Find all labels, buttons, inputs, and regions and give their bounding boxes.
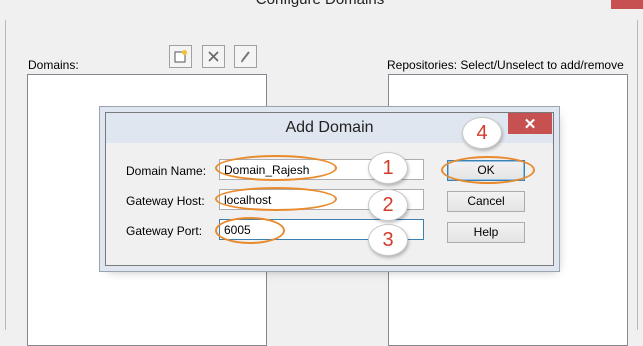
- dialog-close-button[interactable]: ✕: [508, 113, 552, 134]
- window-border-right: [637, 20, 638, 330]
- background-window-title: Configure Domains: [200, 0, 440, 8]
- close-icon: ✕: [523, 115, 537, 133]
- add-domain-toolbar-button[interactable]: [169, 45, 192, 68]
- step-2-marker: 2: [368, 189, 408, 221]
- gateway-host-highlight: [215, 187, 337, 211]
- step-4-marker: 4: [462, 117, 502, 149]
- edit-domain-toolbar-button[interactable]: [234, 45, 257, 68]
- new-domain-icon: [174, 50, 187, 63]
- gateway-port-label: Gateway Port:: [126, 224, 203, 238]
- gateway-host-label: Gateway Host:: [126, 194, 205, 208]
- ok-button-highlight: [441, 156, 535, 184]
- repositories-label: Repositories: Select/Unselect to add/rem…: [387, 58, 624, 72]
- edit-pencil-icon: [240, 51, 250, 63]
- delete-x-icon: [208, 51, 219, 62]
- window-border-left: [5, 20, 6, 330]
- help-button[interactable]: Help: [447, 222, 525, 243]
- delete-domain-toolbar-button[interactable]: [202, 45, 225, 68]
- background-close-button[interactable]: [611, 0, 643, 9]
- domain-name-highlight: [215, 155, 337, 181]
- domains-label: Domains:: [28, 58, 79, 72]
- gateway-port-highlight: [215, 217, 285, 244]
- step-1-marker: 1: [368, 152, 408, 184]
- cancel-button[interactable]: Cancel: [447, 191, 525, 212]
- step-3-marker: 3: [368, 224, 408, 256]
- domain-name-label: Domain Name:: [126, 164, 207, 178]
